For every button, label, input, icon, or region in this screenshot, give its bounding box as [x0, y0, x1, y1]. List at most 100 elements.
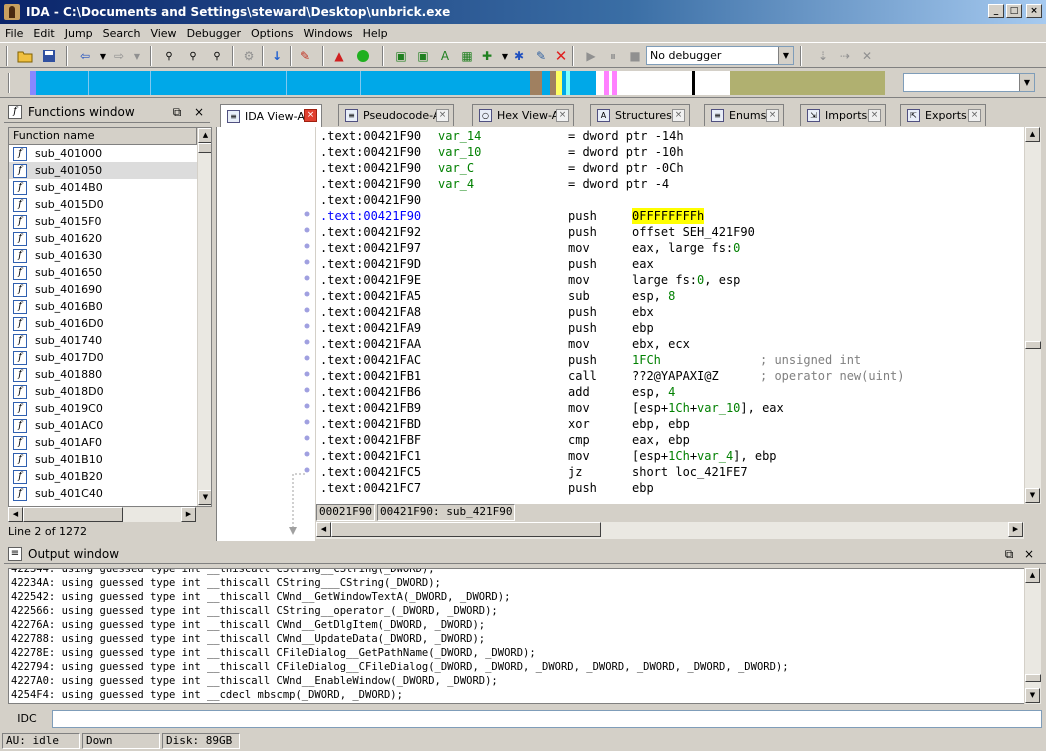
- menu-search[interactable]: Search: [98, 27, 146, 40]
- edit-function-icon[interactable]: ✎: [532, 47, 550, 65]
- close-icon[interactable]: ×: [868, 109, 881, 122]
- functions-hscroll[interactable]: ◀ ▶: [8, 507, 196, 522]
- disasm-instruction[interactable]: .text:00421FB9 mov [esp+1Ch+var_10], eax: [320, 400, 784, 416]
- disasm-instruction[interactable]: .text:00421F92 push offset SEH_421F90: [320, 224, 755, 240]
- disasm-var-line[interactable]: .text:00421F90 var_4 = dword ptr -4: [320, 176, 669, 192]
- scroll-down-icon[interactable]: ▼: [1025, 488, 1040, 503]
- segment-combo[interactable]: ▼: [903, 73, 1035, 92]
- disasm-instruction[interactable]: .text:00421F97 mov eax, large fs:0: [320, 240, 740, 256]
- disasm-instruction[interactable]: .text:00421F90 push 0FFFFFFFFh: [320, 208, 705, 224]
- function-row[interactable]: f sub_4015D0: [9, 196, 197, 213]
- scroll-left-icon[interactable]: ◀: [8, 507, 23, 522]
- run-to-cursor-icon[interactable]: ✕: [858, 47, 876, 65]
- disasm-var-line[interactable]: .text:00421F90 var_10 = dword ptr -10h: [320, 144, 684, 160]
- function-row[interactable]: f sub_401AF0: [9, 434, 197, 451]
- function-row[interactable]: f sub_401650: [9, 264, 197, 281]
- function-row[interactable]: f sub_401630: [9, 247, 197, 264]
- scroll-right-icon[interactable]: ▶: [181, 507, 196, 522]
- close-button[interactable]: ×: [1026, 4, 1042, 18]
- add-icon[interactable]: ✚: [478, 47, 496, 65]
- function-row[interactable]: f sub_4017D0: [9, 349, 197, 366]
- undock-icon[interactable]: ⧉: [170, 105, 184, 119]
- function-row[interactable]: f sub_401AC0: [9, 417, 197, 434]
- close-icon[interactable]: ×: [672, 109, 685, 122]
- binary-search-icon[interactable]: ⚲: [160, 47, 178, 65]
- menu-edit[interactable]: Edit: [28, 27, 59, 40]
- tab-enums[interactable]: ≡ Enums ×: [704, 104, 784, 126]
- tab-ida-view-a[interactable]: ≡ IDA View-A ×: [220, 104, 322, 127]
- make-ascii-icon[interactable]: A: [436, 47, 454, 65]
- warning-icon[interactable]: ▲: [330, 47, 348, 65]
- scroll-thumb[interactable]: [331, 522, 601, 537]
- close-icon[interactable]: ×: [192, 105, 206, 119]
- close-icon[interactable]: ×: [766, 109, 779, 122]
- disasm-instruction[interactable]: .text:00421FA9 push ebp: [320, 320, 654, 336]
- close-icon[interactable]: ×: [1022, 547, 1036, 561]
- disasm-instruction[interactable]: .text:00421FA5 sub esp, 8: [320, 288, 675, 304]
- menu-options[interactable]: Options: [246, 27, 298, 40]
- tab-imports[interactable]: ⇲ Imports ×: [800, 104, 886, 126]
- debugger-select[interactable]: No debugger ▼: [646, 46, 794, 65]
- function-row[interactable]: f sub_401880: [9, 366, 197, 383]
- menu-file[interactable]: File: [0, 27, 28, 40]
- scroll-left-icon[interactable]: ◀: [316, 522, 331, 537]
- function-row[interactable]: f sub_401620: [9, 230, 197, 247]
- menu-view[interactable]: View: [145, 27, 181, 40]
- save-icon[interactable]: [40, 47, 58, 65]
- disassembly-hscroll[interactable]: ◀ ▶: [316, 522, 1024, 539]
- disasm-instruction[interactable]: .text:00421FA8 push ebx: [320, 304, 654, 320]
- function-row[interactable]: f sub_4019C0: [9, 400, 197, 417]
- disasm-var-line[interactable]: .text:00421F90 var_14 = dword ptr -14h: [320, 128, 684, 144]
- function-name-column-header[interactable]: Function name: [9, 128, 197, 145]
- functions-list[interactable]: Function name f sub_401000 f sub_401050 f sub…: [8, 127, 212, 507]
- function-row[interactable]: f sub_4016D0: [9, 315, 197, 332]
- tab-structures[interactable]: A Structures ×: [590, 104, 690, 126]
- function-row[interactable]: f sub_401B20: [9, 468, 197, 485]
- scroll-up-icon[interactable]: ▲: [198, 128, 211, 143]
- scroll-thumb[interactable]: [23, 507, 123, 522]
- function-row[interactable]: f sub_401C40: [9, 485, 197, 502]
- start-debug-icon[interactable]: ▶: [582, 47, 600, 65]
- disassembly-vscroll[interactable]: ▲ ▼: [1024, 127, 1041, 504]
- scroll-down-icon[interactable]: ▼: [198, 490, 211, 505]
- menu-debugger[interactable]: Debugger: [182, 27, 246, 40]
- disasm-instruction[interactable]: .text:00421FC1 mov [esp+1Ch+var_4], ebp: [320, 448, 777, 464]
- make-array-icon[interactable]: ▦: [458, 47, 476, 65]
- disasm-instruction[interactable]: .text:00421F9E mov large fs:0, esp: [320, 272, 740, 288]
- breakpoint-list-icon[interactable]: ✎: [296, 47, 314, 65]
- pause-debug-icon[interactable]: ⏸: [604, 47, 622, 65]
- disasm-var-line[interactable]: .text:00421F90: [320, 192, 421, 208]
- back-arrow-icon[interactable]: ⇦: [76, 47, 94, 65]
- functions-vscroll[interactable]: ▲ ▼: [197, 128, 211, 506]
- make-data-icon[interactable]: ▣: [414, 47, 432, 65]
- disasm-instruction[interactable]: .text:00421FBF cmp eax, ebp: [320, 432, 690, 448]
- disasm-instruction[interactable]: .text:00421FC5 jz short loc_421FE7: [320, 464, 748, 480]
- idc-button[interactable]: IDC: [6, 710, 48, 728]
- stop-debug-icon[interactable]: ■: [626, 47, 644, 65]
- function-row[interactable]: f sub_4018D0: [9, 383, 197, 400]
- navigator-strip[interactable]: [30, 71, 885, 95]
- close-icon[interactable]: ×: [304, 109, 317, 122]
- disasm-instruction[interactable]: .text:00421FBD xor ebp, ebp: [320, 416, 690, 432]
- menu-windows[interactable]: Windows: [298, 27, 357, 40]
- patch-icon[interactable]: ⚙: [240, 47, 258, 65]
- close-icon[interactable]: ×: [556, 109, 569, 122]
- text-search-icon[interactable]: ⚲: [184, 47, 202, 65]
- step-over-icon[interactable]: ⇢: [836, 47, 854, 65]
- tab-exports[interactable]: ⇱ Exports ×: [900, 104, 986, 126]
- disassembly-view[interactable]: .text:00421F90 var_14 = dword ptr -14h .tex…: [316, 127, 1024, 504]
- undock-icon[interactable]: ⧉: [1002, 547, 1016, 561]
- function-row[interactable]: f sub_4015F0: [9, 213, 197, 230]
- create-function-icon[interactable]: ✱: [510, 47, 528, 65]
- make-code-icon[interactable]: ▣: [392, 47, 410, 65]
- function-row[interactable]: f sub_401690: [9, 281, 197, 298]
- function-row[interactable]: f sub_401000: [9, 145, 197, 162]
- open-folder-icon[interactable]: [16, 47, 34, 65]
- function-row[interactable]: f sub_401B10: [9, 451, 197, 468]
- forward-dropdown-icon[interactable]: ▼: [128, 47, 146, 65]
- scroll-right-icon[interactable]: ▶: [1008, 522, 1023, 537]
- forward-arrow-icon[interactable]: ⇨: [110, 47, 128, 65]
- step-into-icon[interactable]: ⇣: [814, 47, 832, 65]
- delete-icon[interactable]: ✕: [552, 47, 570, 65]
- disasm-instruction[interactable]: .text:00421FAC push 1FCh ; unsigned int: [320, 352, 861, 368]
